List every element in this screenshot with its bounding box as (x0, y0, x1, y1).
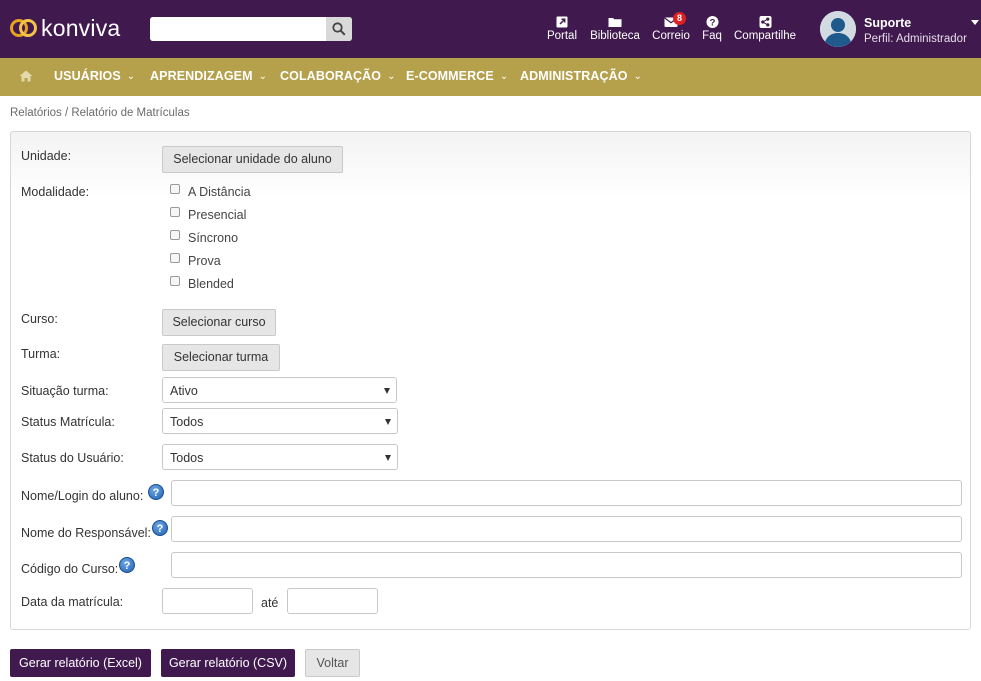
curso-label: Curso: (21, 312, 58, 326)
chevron-down-icon: ⌄ (126, 71, 136, 82)
status-matricula-label: Status Matrícula: (21, 415, 115, 429)
help-icon[interactable]: ? (148, 484, 164, 500)
checkbox-a-distancia[interactable] (170, 184, 180, 194)
menu-aprendizagem-label: APRENDIZAGEM (150, 69, 253, 83)
search-icon (332, 22, 346, 36)
status-matricula-value: Todos (170, 415, 204, 429)
status-matricula-select[interactable]: Todos (162, 408, 398, 434)
search-input[interactable] (150, 17, 326, 41)
folder-icon (608, 18, 622, 27)
dropdown-arrow-icon (385, 419, 391, 425)
situacao-turma-value: Ativo (170, 384, 198, 398)
status-usuario-value: Todos (170, 451, 204, 465)
situacao-turma-select[interactable]: Ativo (162, 377, 397, 403)
topnav-portal-label: Portal (546, 30, 578, 42)
menu-administracao[interactable]: ADMINISTRAÇÃO ⌄ (520, 69, 642, 83)
topnav-correio[interactable]: 8 Correio (651, 12, 691, 42)
dropdown-arrow-icon (385, 455, 391, 461)
mail-count-badge: 8 (673, 12, 686, 25)
topnav-correio-label: Correio (652, 30, 690, 42)
external-link-icon (556, 16, 568, 28)
checkbox-prova[interactable] (170, 253, 180, 263)
gerar-excel-button[interactable]: Gerar relatório (Excel) (10, 649, 151, 677)
unidade-label: Unidade: (21, 149, 72, 163)
search-button[interactable] (326, 17, 352, 41)
search-box (150, 17, 352, 41)
codigo-curso-input[interactable] (171, 552, 962, 578)
user-silhouette-icon (820, 11, 856, 47)
menu-aprendizagem[interactable]: APRENDIZAGEM ⌄ (150, 69, 267, 83)
user-role: Perfil: Administrador (864, 33, 967, 45)
main-menu-bar: USUÁRIOS ⌄ APRENDIZAGEM ⌄ COLABORAÇÃO ⌄ E-C… (0, 58, 981, 96)
menu-usuarios[interactable]: USUÁRIOS ⌄ (54, 69, 135, 83)
status-usuario-select[interactable]: Todos (162, 444, 398, 470)
nome-responsavel-label: Nome do Responsável: (21, 526, 151, 540)
data-inicio-input[interactable] (162, 588, 253, 614)
menu-ecommerce-label: E-COMMERCE (406, 69, 494, 83)
breadcrumb: Relatórios / Relatório de Matrículas (10, 107, 190, 119)
data-fim-input[interactable] (287, 588, 378, 614)
topnav-biblioteca-label: Biblioteca (590, 30, 640, 42)
select-turma-button[interactable]: Selecionar turma (162, 344, 280, 371)
share-icon (759, 16, 771, 28)
chevron-down-icon: ⌄ (633, 71, 643, 82)
gerar-csv-button[interactable]: Gerar relatório (CSV) (161, 649, 295, 677)
checkbox-label: Prova (188, 254, 221, 268)
dropdown-arrow-icon (384, 388, 390, 394)
home-icon[interactable] (19, 70, 33, 82)
menu-administracao-label: ADMINISTRAÇÃO (520, 69, 628, 83)
nome-login-input[interactable] (171, 480, 962, 506)
topnav-biblioteca[interactable]: Biblioteca (589, 15, 641, 42)
menu-colaboracao[interactable]: COLABORAÇÃO ⌄ (280, 69, 396, 83)
chevron-down-icon: ⌄ (499, 71, 509, 82)
modalidade-label: Modalidade: (21, 185, 90, 199)
topnav-portal[interactable]: Portal (546, 15, 578, 42)
voltar-button[interactable]: Voltar (305, 649, 360, 677)
status-usuario-label: Status do Usuário: (21, 451, 124, 465)
menu-ecommerce[interactable]: E-COMMERCE ⌄ (406, 69, 508, 83)
select-unidade-button[interactable]: Selecionar unidade do aluno (162, 146, 343, 173)
chevron-down-icon: ⌄ (258, 71, 268, 82)
checkbox-sincrono[interactable] (170, 230, 180, 240)
select-curso-button[interactable]: Selecionar curso (162, 309, 276, 336)
topnav-compartilhe-label: Compartilhe (734, 30, 796, 42)
checkbox-label: Síncrono (188, 231, 239, 245)
topnav-faq-label: Faq (702, 30, 722, 42)
checkbox-label: Blended (188, 277, 234, 291)
checkbox-presencial[interactable] (170, 207, 180, 217)
brand-name: konviva (41, 14, 121, 41)
nome-responsavel-input[interactable] (171, 516, 962, 542)
menu-usuarios-label: USUÁRIOS (54, 69, 121, 83)
user-name: Suporte (864, 16, 912, 30)
help-icon[interactable]: ? (152, 520, 168, 536)
nome-login-label: Nome/Login do aluno: (21, 489, 144, 503)
situacao-turma-label: Situação turma: (21, 384, 109, 398)
top-bar: konviva Portal Biblioteca 8 Correio ? Fa… (0, 0, 981, 58)
checkbox-label: Presencial (188, 208, 247, 222)
turma-label: Turma: (21, 347, 61, 361)
menu-colaboracao-label: COLABORAÇÃO (280, 69, 382, 83)
checkbox-blended[interactable] (170, 276, 180, 286)
user-menu[interactable]: Suporte Perfil: Administrador (820, 11, 981, 47)
help-icon[interactable]: ? (119, 557, 135, 573)
checkbox-label: A Distância (188, 185, 251, 199)
caret-down-icon (971, 20, 979, 25)
ate-label: até (261, 596, 279, 610)
data-matricula-label: Data da matrícula: (21, 595, 124, 609)
svg-text:?: ? (709, 18, 715, 29)
brand-logo[interactable]: konviva (10, 14, 120, 42)
konviva-logo-icon (10, 14, 38, 42)
question-icon: ? (706, 16, 718, 29)
codigo-curso-label: Código do Curso: (21, 562, 119, 576)
topnav-compartilhe[interactable]: Compartilhe (732, 15, 798, 42)
chevron-down-icon: ⌄ (387, 71, 396, 82)
topnav-faq[interactable]: ? Faq (701, 15, 723, 42)
avatar (820, 11, 856, 47)
